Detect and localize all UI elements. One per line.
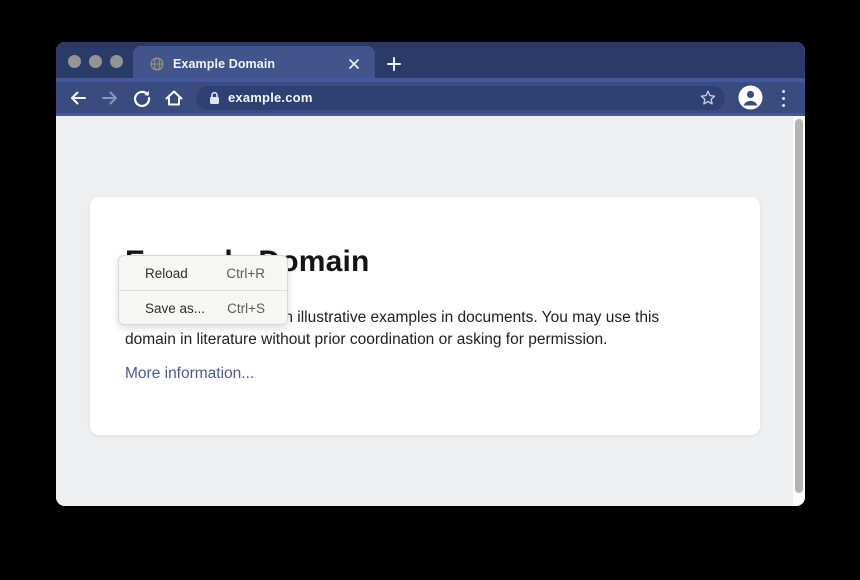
menu-item-shortcut: Ctrl+R [226, 266, 265, 281]
lock-icon[interactable] [208, 91, 221, 105]
globe-favicon-icon [150, 57, 164, 71]
browser-window: Example Domain [56, 42, 805, 506]
tab-close-icon[interactable] [343, 53, 365, 75]
page-viewport: Example Domain This domain is for use in… [56, 116, 805, 506]
page-scrollbar[interactable] [793, 116, 805, 506]
menu-item-shortcut: Ctrl+S [227, 301, 265, 316]
scrollbar-thumb[interactable] [795, 119, 803, 493]
menu-item-label: Reload [145, 266, 188, 281]
window-zoom-button[interactable] [110, 55, 123, 68]
window-close-button[interactable] [68, 55, 81, 68]
new-tab-button[interactable] [383, 53, 405, 75]
navigation-toolbar: example.com [56, 82, 805, 113]
profile-avatar-icon[interactable] [738, 85, 763, 110]
reload-icon[interactable] [129, 85, 155, 111]
kebab-menu-icon[interactable] [778, 86, 788, 110]
url-text[interactable]: example.com [228, 86, 313, 110]
title-bar: Example Domain [56, 42, 805, 78]
star-icon[interactable] [699, 89, 717, 107]
address-bar[interactable]: example.com [196, 86, 725, 110]
browser-tab[interactable]: Example Domain [133, 46, 375, 82]
back-icon[interactable] [65, 85, 91, 111]
context-menu-item-save-as[interactable]: Save as... Ctrl+S [119, 291, 287, 325]
menu-item-label: Save as... [145, 301, 205, 316]
more-information-link[interactable]: More information... [125, 365, 254, 383]
desktop-background: Example Domain [0, 0, 860, 580]
home-icon[interactable] [161, 85, 187, 111]
tab-title: Example Domain [173, 46, 275, 82]
window-minimize-button[interactable] [89, 55, 102, 68]
forward-icon[interactable] [97, 85, 123, 111]
context-menu: Reload Ctrl+R Save as... Ctrl+S [118, 255, 288, 325]
context-menu-item-reload[interactable]: Reload Ctrl+R [119, 256, 287, 290]
